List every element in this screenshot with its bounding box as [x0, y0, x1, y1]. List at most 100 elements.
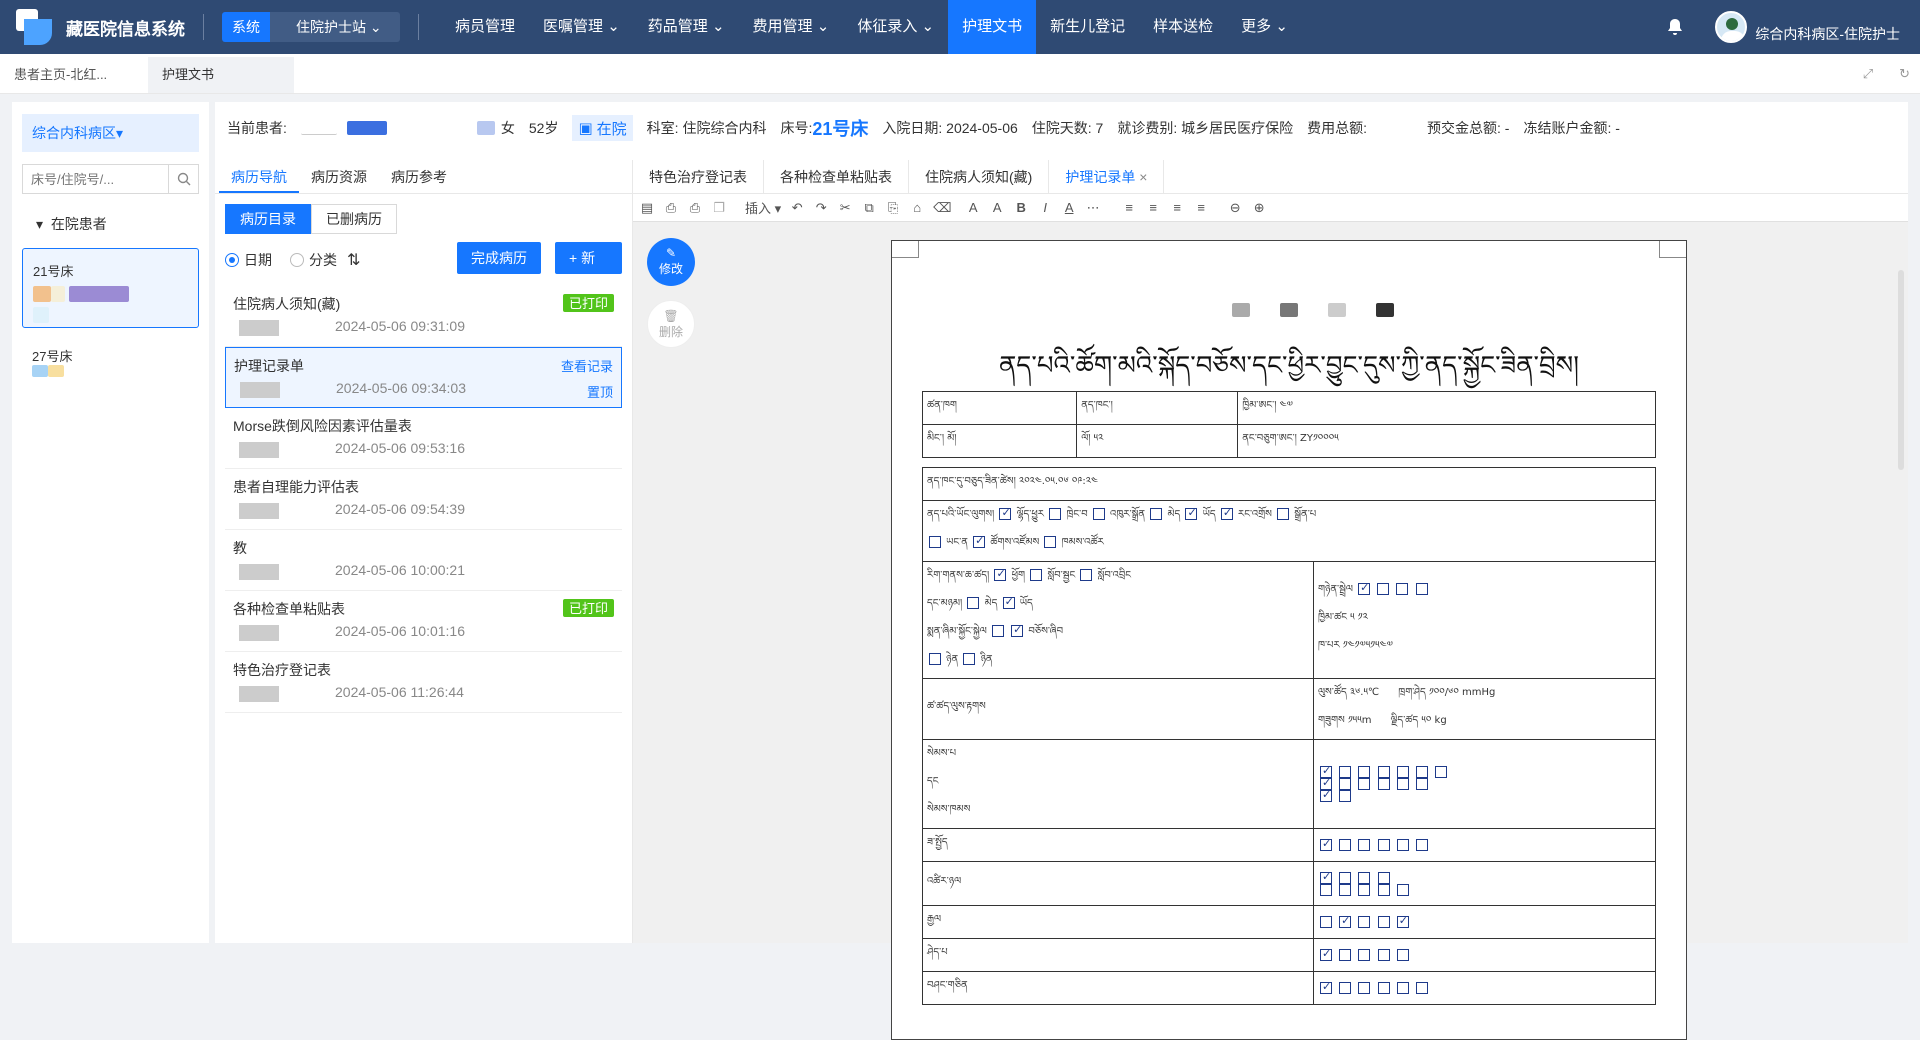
checkbox[interactable]: [1397, 982, 1409, 994]
tab-record-reference[interactable]: 病历参考: [379, 160, 459, 193]
checkbox[interactable]: [1377, 583, 1389, 595]
checkbox[interactable]: [1320, 790, 1332, 802]
checkbox[interactable]: [1396, 583, 1408, 595]
nav-orders[interactable]: 医嘱管理 ⌄: [529, 0, 634, 54]
eraser-icon[interactable]: ⌫: [933, 201, 949, 215]
checkbox[interactable]: [1358, 949, 1370, 961]
zoom-in-icon[interactable]: ⊕: [1251, 201, 1267, 215]
paste-icon[interactable]: ⎘: [885, 201, 901, 215]
undo-icon[interactable]: ↶: [789, 201, 805, 215]
checkbox[interactable]: [1416, 839, 1428, 851]
checkbox[interactable]: [1358, 583, 1370, 595]
group-title[interactable]: ▾ 在院患者: [22, 214, 199, 234]
checkbox[interactable]: [967, 597, 979, 609]
checkbox[interactable]: [1320, 884, 1332, 896]
pin-top-link[interactable]: 置顶: [587, 382, 613, 401]
font-size-icon[interactable]: A: [989, 201, 1005, 215]
system-label[interactable]: 系统: [222, 12, 270, 42]
list-item[interactable]: 教2024-05-06 10:00:21: [225, 530, 622, 591]
tab-record-nav[interactable]: 病历导航: [219, 160, 299, 193]
checkbox[interactable]: [1044, 536, 1056, 548]
checkbox[interactable]: [1011, 625, 1023, 637]
underline-icon[interactable]: A: [1061, 201, 1077, 215]
checkbox[interactable]: [1378, 766, 1390, 778]
redo-icon[interactable]: ↷: [813, 201, 829, 215]
checkbox[interactable]: [1358, 839, 1370, 851]
checkbox[interactable]: [1358, 766, 1370, 778]
checkbox[interactable]: [992, 625, 1004, 637]
list-item[interactable]: 各种检查单粘贴表2024-05-06 10:01:16已打印: [225, 591, 622, 652]
checkbox[interactable]: [1397, 778, 1409, 790]
checkbox[interactable]: [1339, 766, 1351, 778]
nav-samples[interactable]: 样本送检: [1139, 0, 1227, 54]
align-left-icon[interactable]: ≡: [1121, 201, 1137, 215]
segment-deleted[interactable]: 已删病历: [311, 204, 397, 234]
italic-icon[interactable]: I: [1037, 201, 1053, 215]
checkbox[interactable]: [1378, 872, 1390, 884]
checkbox[interactable]: [929, 536, 941, 548]
checkbox[interactable]: [1358, 778, 1370, 790]
add-record-button[interactable]: + 新增: [555, 242, 622, 274]
copy-page-icon[interactable]: ❐: [711, 201, 727, 215]
close-icon[interactable]: ×: [1139, 169, 1147, 185]
radio-date[interactable]: [225, 253, 239, 267]
checkbox[interactable]: [1320, 916, 1332, 928]
checkbox[interactable]: [1378, 839, 1390, 851]
print-icon[interactable]: ⎙: [663, 201, 679, 215]
checkbox[interactable]: [1416, 778, 1428, 790]
checkbox[interactable]: [1378, 949, 1390, 961]
checkbox[interactable]: [1358, 884, 1370, 896]
nav-patients[interactable]: 病员管理: [441, 0, 529, 54]
nav-more[interactable]: 更多 ⌄: [1227, 0, 1302, 54]
print-preview-icon[interactable]: ⎙: [687, 201, 703, 215]
checkbox[interactable]: [1378, 916, 1390, 928]
checkbox[interactable]: [1435, 766, 1447, 778]
font-color-icon[interactable]: A: [965, 201, 981, 215]
doc-tab-inpatient-notice[interactable]: 住院病人须知(藏): [909, 160, 1049, 193]
checkbox[interactable]: [1320, 839, 1332, 851]
checkbox[interactable]: [1339, 982, 1351, 994]
bed-card-27[interactable]: 27号床: [22, 342, 199, 382]
refresh-icon[interactable]: ↻: [1899, 66, 1910, 82]
checkbox[interactable]: [1049, 508, 1061, 520]
checkbox[interactable]: [1397, 839, 1409, 851]
checkbox[interactable]: [1221, 508, 1233, 520]
sort-icon[interactable]: ⇅: [347, 250, 360, 270]
user-name[interactable]: 综合内科病区-住院护士: [1755, 24, 1900, 44]
checkbox[interactable]: [1339, 884, 1351, 896]
format-painter-icon[interactable]: ⌂: [909, 201, 925, 215]
segment-record-list[interactable]: 病历目录: [225, 204, 311, 234]
checkbox[interactable]: [994, 569, 1006, 581]
list-item[interactable]: 患者自理能力评估表2024-05-06 09:54:39: [225, 469, 622, 530]
checkbox[interactable]: [1093, 508, 1105, 520]
checkbox[interactable]: [1003, 597, 1015, 609]
checkbox[interactable]: [999, 508, 1011, 520]
checkbox[interactable]: [1339, 916, 1351, 928]
station-switcher[interactable]: 系统 住院护士站 ⌄: [222, 11, 400, 43]
checkbox[interactable]: [1339, 778, 1351, 790]
document-page[interactable]: ནད་པའི་ཚོག་མའི་སྐོད་བཅོས་དང་ཕྱིར་བྱུང་དུ…: [891, 240, 1687, 1040]
fullscreen-icon[interactable]: ⤢: [1863, 66, 1873, 82]
checkbox[interactable]: [1358, 982, 1370, 994]
doc-tab-nursing-record[interactable]: 护理记录单 ×: [1049, 160, 1164, 193]
checkbox[interactable]: [973, 536, 985, 548]
nav-newborn[interactable]: 新生儿登记: [1036, 0, 1139, 54]
checkbox[interactable]: [1320, 949, 1332, 961]
complete-record-button[interactable]: 完成病历: [457, 242, 541, 274]
insert-menu[interactable]: 插入 ▾: [745, 198, 781, 217]
doc-tab-exam-sheet[interactable]: 各种检查单粘贴表: [764, 160, 909, 193]
tab-patient-home[interactable]: 患者主页-北红...: [0, 57, 148, 93]
checkbox[interactable]: [1339, 872, 1351, 884]
checkbox[interactable]: [1416, 766, 1428, 778]
zoom-out-icon[interactable]: ⊖: [1227, 201, 1243, 215]
checkbox[interactable]: [1378, 982, 1390, 994]
list-item[interactable]: 护理记录单2024-05-06 09:34:03查看记录置顶: [225, 347, 622, 408]
checkbox[interactable]: [1378, 884, 1390, 896]
align-right-icon[interactable]: ≡: [1169, 201, 1185, 215]
checkbox[interactable]: [1030, 569, 1042, 581]
edit-button[interactable]: ✎修改: [647, 238, 695, 286]
checkbox[interactable]: [1080, 569, 1092, 581]
checkbox[interactable]: [1358, 916, 1370, 928]
vertical-scrollbar[interactable]: [1898, 270, 1904, 470]
station-select[interactable]: 住院护士站 ⌄: [270, 12, 400, 42]
